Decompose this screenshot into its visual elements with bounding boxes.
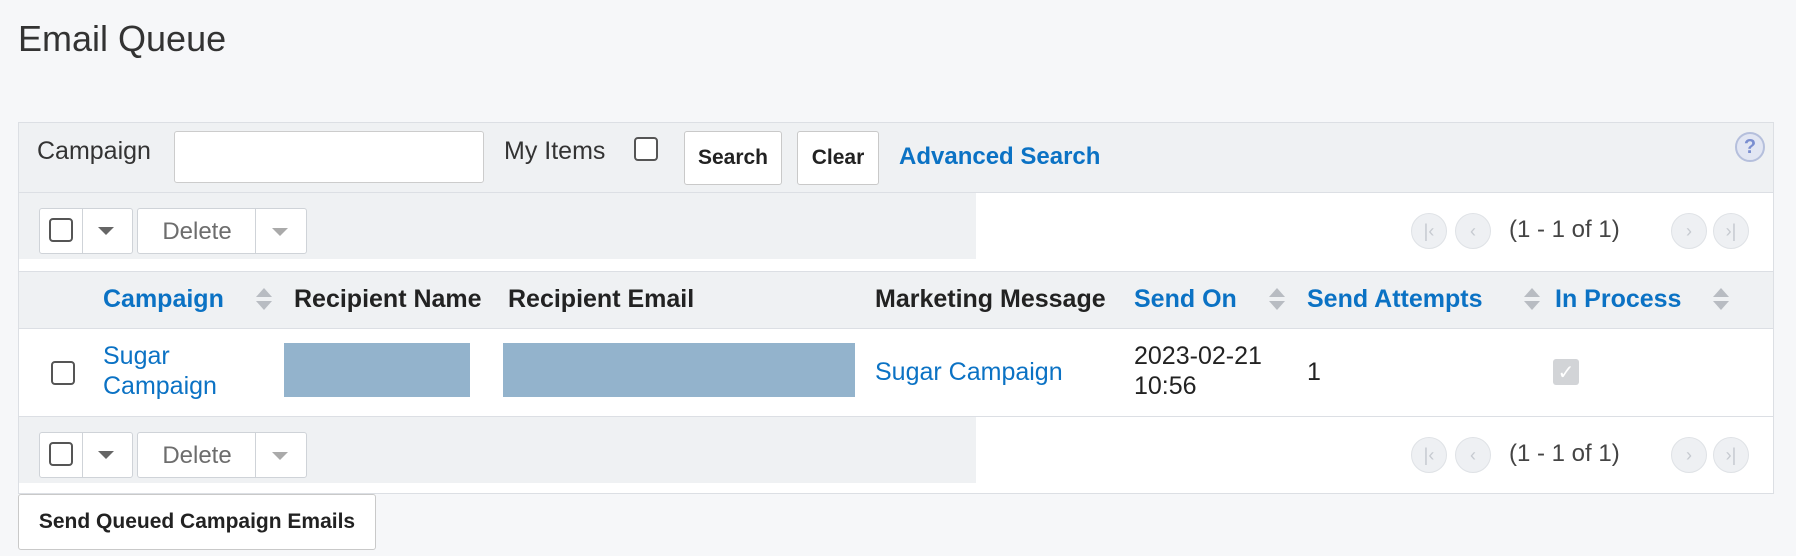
help-icon[interactable]: ? [1735, 132, 1765, 162]
recipient-name-redacted [284, 343, 470, 397]
send-on-date: 2023-02-21 [1134, 342, 1262, 370]
bottom-action-row: Delete |‹ ‹ (1 - 1 of 1) › ›| [19, 417, 1773, 483]
mass-select-dropdown[interactable] [39, 208, 133, 254]
page-title: Email Queue [18, 18, 227, 59]
marketing-message-link[interactable]: Sugar Campaign [875, 357, 1063, 387]
campaign-link[interactable]: Sugar Campaign [103, 341, 217, 401]
campaign-link-line1[interactable]: Sugar [103, 341, 217, 371]
select-all-checkbox[interactable] [49, 442, 73, 466]
send-attempts-value: 1 [1307, 358, 1321, 386]
advanced-search-link[interactable]: Advanced Search [899, 143, 1100, 171]
table-header: Campaign Recipient Name Recipient Email … [19, 271, 1773, 329]
send-on-value: 2023-02-21 10:56 [1134, 341, 1262, 401]
sort-icon[interactable] [255, 288, 273, 312]
search-bar: Campaign My Items Search Clear Advanced … [19, 123, 1773, 193]
campaign-link-line2[interactable]: Campaign [103, 371, 217, 401]
delete-action-button[interactable]: Delete [137, 208, 307, 254]
select-all-checkbox[interactable] [49, 218, 73, 242]
my-items-checkbox[interactable] [634, 137, 658, 161]
chevron-down-icon[interactable] [272, 452, 288, 460]
next-page-icon[interactable]: › [1671, 437, 1707, 473]
chevron-down-icon[interactable] [98, 227, 114, 235]
delete-label: Delete [162, 442, 232, 469]
prev-page-icon[interactable]: ‹ [1455, 437, 1491, 473]
column-header-send-on[interactable]: Send On [1134, 285, 1237, 314]
row-checkbox[interactable] [51, 361, 75, 385]
delete-action-button[interactable]: Delete [137, 432, 307, 478]
my-items-label: My Items [504, 137, 606, 165]
mass-select-dropdown[interactable] [39, 432, 133, 478]
search-button[interactable]: Search [684, 131, 782, 185]
list-view-panel: Campaign My Items Search Clear Advanced … [18, 122, 1774, 494]
campaign-search-input[interactable] [174, 131, 484, 183]
column-header-marketing-message: Marketing Message [875, 285, 1106, 313]
pagination-count: (1 - 1 of 1) [1509, 440, 1620, 467]
column-header-recipient-email: Recipient Email [508, 285, 695, 313]
clear-button[interactable]: Clear [797, 131, 879, 185]
column-header-in-process[interactable]: In Process [1555, 285, 1681, 314]
pagination: |‹ ‹ (1 - 1 of 1) › ›| [1411, 213, 1749, 249]
send-queued-emails-button[interactable]: Send Queued Campaign Emails [18, 494, 376, 550]
first-page-icon[interactable]: |‹ [1411, 437, 1447, 473]
campaign-search-label: Campaign [37, 137, 151, 165]
sort-icon[interactable] [1268, 288, 1286, 312]
chevron-down-icon[interactable] [272, 228, 288, 236]
sort-icon[interactable] [1712, 288, 1730, 312]
last-page-icon[interactable]: ›| [1713, 437, 1749, 473]
delete-label: Delete [162, 218, 232, 245]
recipient-email-redacted [503, 343, 855, 397]
top-action-row: Delete |‹ ‹ (1 - 1 of 1) › ›| [19, 193, 1773, 259]
in-process-checkbox: ✓ [1553, 359, 1579, 385]
table-row: Sugar Campaign Sugar Campaign 2023-02-21… [19, 329, 1773, 417]
sort-icon[interactable] [1523, 288, 1541, 312]
last-page-icon[interactable]: ›| [1713, 213, 1749, 249]
next-page-icon[interactable]: › [1671, 213, 1707, 249]
pagination: |‹ ‹ (1 - 1 of 1) › ›| [1411, 437, 1749, 473]
send-on-time: 10:56 [1134, 372, 1197, 400]
column-header-recipient-name: Recipient Name [294, 285, 482, 313]
chevron-down-icon[interactable] [98, 451, 114, 459]
prev-page-icon[interactable]: ‹ [1455, 213, 1491, 249]
pagination-count: (1 - 1 of 1) [1509, 216, 1620, 243]
column-header-send-attempts[interactable]: Send Attempts [1307, 285, 1482, 314]
column-header-campaign[interactable]: Campaign [103, 285, 224, 314]
first-page-icon[interactable]: |‹ [1411, 213, 1447, 249]
